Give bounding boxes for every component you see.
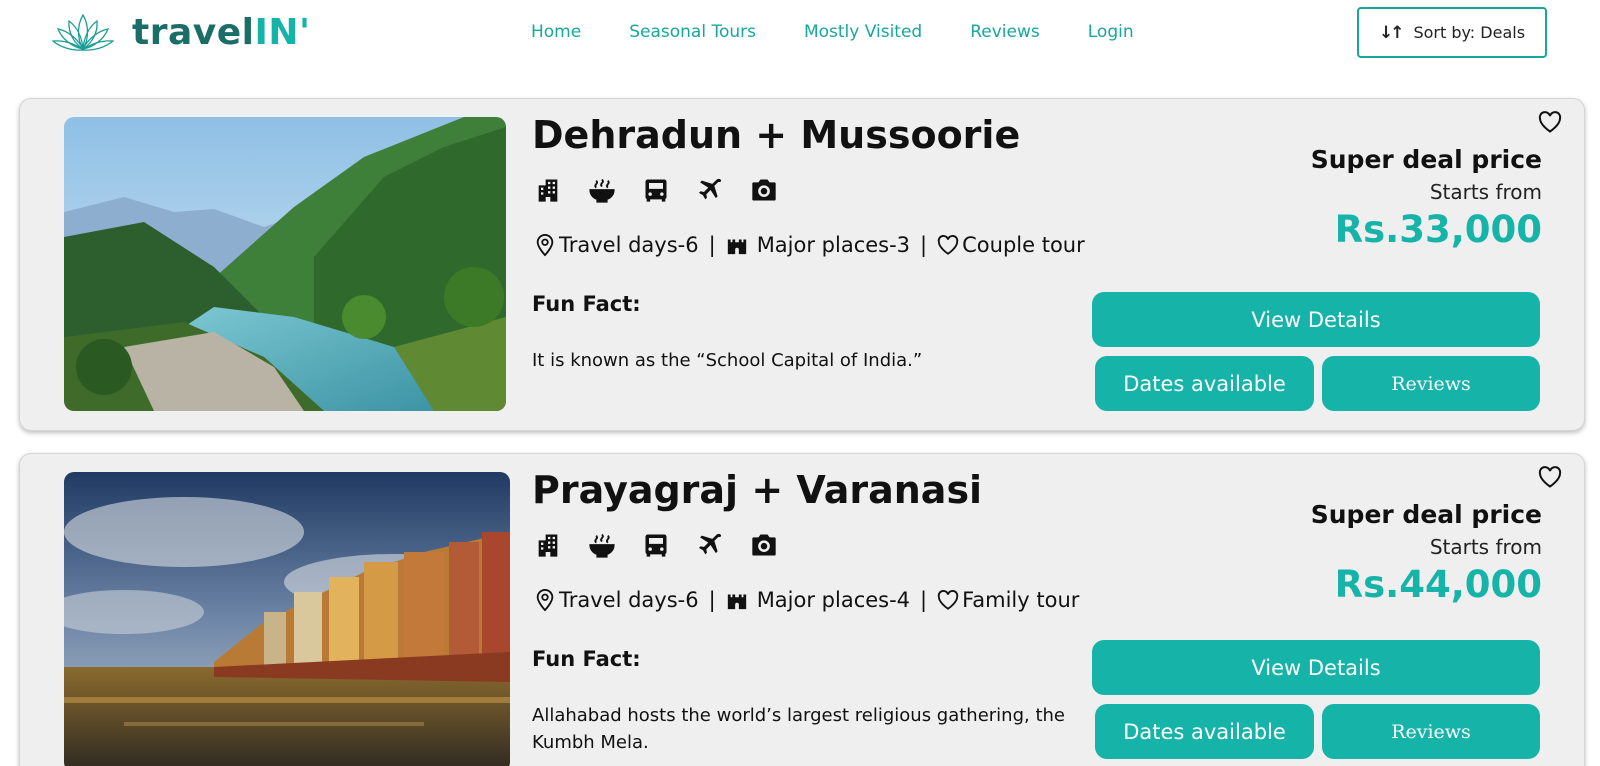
meal-bowl-icon: [588, 530, 616, 560]
logo-text-accent: IN': [254, 12, 311, 53]
castle-icon: [726, 233, 748, 257]
separator: |: [920, 588, 928, 612]
fun-fact-label: Fun Fact:: [532, 292, 641, 316]
price-block: Super deal price Starts from Rs.33,000: [1311, 145, 1542, 251]
bus-icon: [642, 530, 670, 560]
bus-icon: [642, 175, 670, 205]
castle-icon: [726, 588, 748, 612]
dates-available-button[interactable]: Dates available: [1095, 356, 1314, 411]
amenities-row: [534, 175, 778, 205]
tour-card: Dehradun + Mussoorie Travel days-6 | Maj…: [19, 98, 1585, 431]
meal-bowl-icon: [588, 175, 616, 205]
nav-login[interactable]: Login: [1088, 22, 1134, 42]
fun-fact-text: It is known as the “School Capital of In…: [532, 350, 923, 371]
lotus-icon: [52, 13, 114, 51]
nav-reviews[interactable]: Reviews: [970, 22, 1040, 42]
main-nav: Home Seasonal Tours Mostly Visited Revie…: [531, 22, 1182, 42]
tour-title[interactable]: Prayagraj + Varanasi: [532, 468, 982, 512]
price-value: Rs.33,000: [1334, 208, 1542, 251]
price-block: Super deal price Starts from Rs.44,000: [1311, 500, 1542, 606]
price-title: Super deal price: [1310, 500, 1542, 529]
tour-meta: Travel days-6 | Major places-4 | Family …: [534, 588, 1079, 612]
heart-outline-icon: [937, 588, 959, 612]
tour-title[interactable]: Dehradun + Mussoorie: [532, 113, 1020, 157]
price-subtitle: Starts from: [1429, 535, 1542, 559]
nav-seasonal-tours[interactable]: Seasonal Tours: [629, 22, 756, 42]
reviews-button[interactable]: Reviews: [1322, 356, 1540, 411]
wishlist-heart-icon[interactable]: [1538, 466, 1562, 488]
tour-meta: Travel days-6 | Major places-3 | Couple …: [534, 233, 1085, 257]
camera-icon: [750, 530, 778, 560]
nav-home[interactable]: Home: [531, 22, 581, 42]
major-places: Major places-4: [756, 588, 911, 612]
separator: |: [708, 588, 716, 612]
site-header: travelIN' Home Seasonal Tours Mostly Vis…: [0, 0, 1600, 70]
nav-mostly-visited[interactable]: Mostly Visited: [804, 22, 922, 42]
tour-photo: [64, 472, 510, 766]
separator: |: [708, 233, 716, 257]
location-pin-icon: [534, 588, 556, 612]
tour-photo: [64, 117, 506, 411]
fun-fact-label: Fun Fact:: [532, 647, 641, 671]
tour-type: Couple tour: [962, 233, 1085, 257]
view-details-button[interactable]: View Details: [1092, 640, 1540, 695]
view-details-button[interactable]: View Details: [1092, 292, 1540, 347]
heart-outline-icon: [937, 233, 959, 257]
price-title: Super deal price: [1310, 145, 1542, 174]
fun-fact-text: Allahabad hosts the world’s largest reli…: [532, 705, 1066, 753]
logo-text: travelIN': [132, 12, 311, 53]
tour-type: Family tour: [962, 588, 1080, 612]
hotel-icon: [534, 530, 562, 560]
price-value: Rs.44,000: [1334, 563, 1542, 606]
separator: |: [920, 233, 928, 257]
location-pin-icon: [534, 233, 556, 257]
sort-button[interactable]: ↓↑ Sort by: Deals: [1357, 7, 1547, 58]
tour-card: Prayagraj + Varanasi Travel days-6 | Maj…: [19, 453, 1585, 766]
price-subtitle: Starts from: [1429, 180, 1542, 204]
sort-button-label: Sort by: Deals: [1413, 23, 1526, 42]
logo-text-main: travel: [132, 12, 255, 53]
camera-icon: [750, 175, 778, 205]
plane-icon: [696, 530, 724, 560]
wishlist-heart-icon[interactable]: [1538, 111, 1562, 133]
amenities-row: [534, 530, 778, 560]
plane-icon: [696, 175, 724, 205]
logo[interactable]: travelIN': [52, 12, 311, 53]
hotel-icon: [534, 175, 562, 205]
reviews-button[interactable]: Reviews: [1322, 704, 1540, 759]
travel-days: Travel days-6: [559, 588, 699, 612]
travel-days: Travel days-6: [559, 233, 699, 257]
major-places: Major places-3: [756, 233, 911, 257]
dates-available-button[interactable]: Dates available: [1095, 704, 1314, 759]
sort-arrows-icon: ↓↑: [1378, 22, 1404, 43]
